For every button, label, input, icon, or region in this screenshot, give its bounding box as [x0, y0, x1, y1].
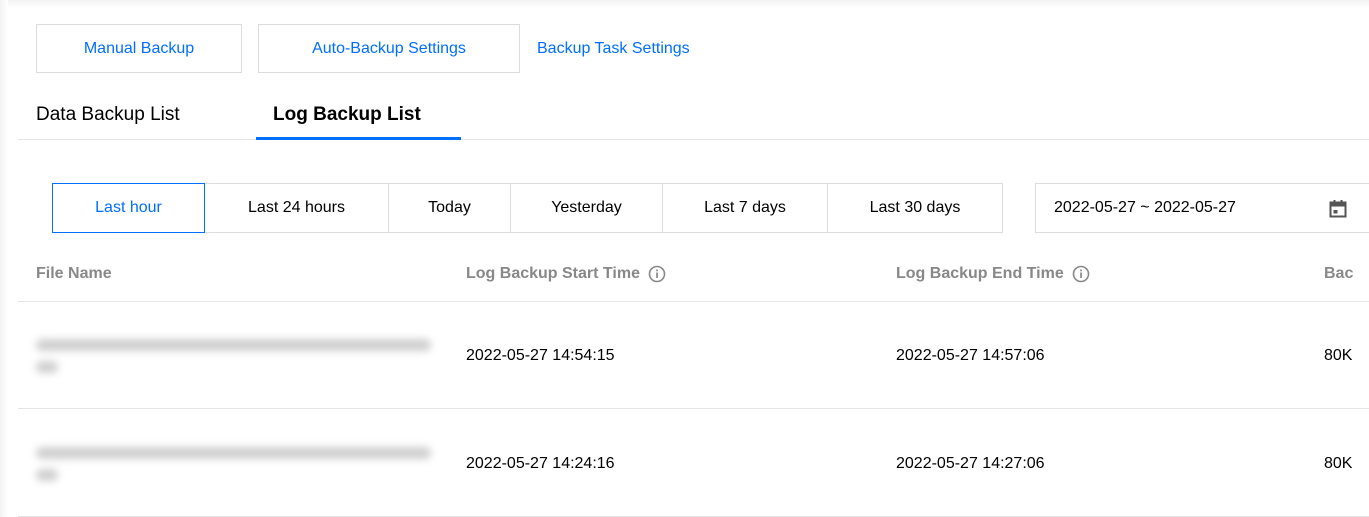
blurred-text-line: [36, 360, 58, 373]
column-start-time-label: Log Backup Start Time: [466, 264, 640, 282]
size-cell: 80K: [1324, 454, 1353, 472]
blurred-text-line: [36, 338, 431, 351]
size-cell: 80K: [1324, 346, 1353, 364]
calendar-icon[interactable]: [1328, 199, 1348, 219]
column-log-backup-end-time: Log Backup End Time: [896, 245, 1090, 302]
column-log-backup-start-time: Log Backup Start Time: [466, 245, 666, 302]
table-row: 2022-05-27 14:54:15 2022-05-27 14:57:06 …: [18, 302, 1369, 409]
column-backup-size-label: Bac: [1324, 264, 1354, 282]
backup-list-tabs: Data Backup List Log Backup List: [18, 90, 1369, 140]
left-shadow: [0, 0, 8, 517]
date-range-picker[interactable]: 2022-05-27 ~ 2022-05-27: [1035, 183, 1369, 233]
time-option-last-7-days[interactable]: Last 7 days: [662, 183, 828, 233]
column-backup-size: Bac: [1324, 245, 1353, 302]
file-name-blurred: [36, 302, 431, 409]
start-time-cell: 2022-05-27 14:24:16: [466, 454, 615, 472]
end-time-cell: 2022-05-27 14:27:06: [896, 454, 1045, 472]
backup-panel: Manual Backup Auto-Backup Settings Backu…: [0, 0, 1369, 517]
time-range-selector: Last hour Last 24 hours Today Yesterday …: [52, 183, 1003, 233]
manual-backup-button[interactable]: Manual Backup: [36, 24, 242, 73]
column-end-time-label: Log Backup End Time: [896, 264, 1064, 282]
time-option-last-hour[interactable]: Last hour: [52, 183, 205, 233]
time-option-today[interactable]: Today: [388, 183, 511, 233]
blurred-text-line: [36, 446, 431, 459]
time-option-last-30-days[interactable]: Last 30 days: [827, 183, 1003, 233]
date-range-value: 2022-05-27 ~ 2022-05-27: [1054, 199, 1236, 216]
info-icon[interactable]: [1072, 265, 1090, 283]
active-tab-indicator: [256, 137, 461, 140]
start-time-cell: 2022-05-27 14:54:15: [466, 346, 615, 364]
table-header: File Name Log Backup Start Time Log Back…: [18, 245, 1369, 302]
tab-log-backup-list[interactable]: Log Backup List: [273, 90, 421, 140]
file-name-blurred: [36, 410, 431, 517]
time-option-yesterday[interactable]: Yesterday: [510, 183, 663, 233]
top-shadow: [0, 0, 1369, 8]
backup-task-settings-link[interactable]: Backup Task Settings: [537, 24, 690, 73]
auto-backup-settings-button[interactable]: Auto-Backup Settings: [258, 24, 520, 73]
time-option-last-24-hours[interactable]: Last 24 hours: [204, 183, 389, 233]
end-time-cell: 2022-05-27 14:57:06: [896, 346, 1045, 364]
blurred-text-line: [36, 468, 58, 481]
tab-data-backup-list[interactable]: Data Backup List: [36, 90, 180, 140]
table-row: 2022-05-27 14:24:16 2022-05-27 14:27:06 …: [18, 410, 1369, 517]
column-file-name: File Name: [36, 245, 112, 302]
info-icon[interactable]: [648, 265, 666, 283]
column-file-name-label: File Name: [36, 264, 112, 282]
